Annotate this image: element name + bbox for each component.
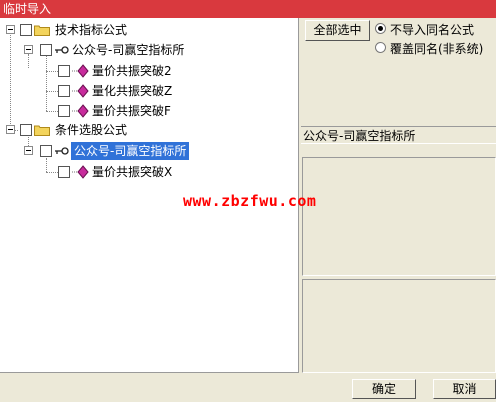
watermark-text: www.zbzfwu.com <box>183 192 317 210</box>
tree-node-group[interactable]: 条件选股公式 <box>0 121 160 139</box>
tree-item[interactable]: 量价共振突破F <box>0 102 200 120</box>
item-label: 量价共振突破F <box>92 104 171 118</box>
radio-skip-duplicates[interactable] <box>375 23 386 34</box>
detail-panel <box>302 279 496 373</box>
key-icon <box>55 147 69 155</box>
tree-item[interactable]: 量化共振突破Z <box>0 82 200 100</box>
window-title: 临时导入 <box>0 0 496 18</box>
select-all-button[interactable]: 全部选中 <box>305 20 370 41</box>
folder-icon <box>34 25 50 36</box>
selected-name-display: 公众号-司赢空指标所 <box>301 126 496 144</box>
folder-label: 公众号-司赢空指标所 <box>72 43 185 57</box>
description-panel <box>302 157 496 276</box>
group-label: 条件选股公式 <box>55 123 128 137</box>
folder-icon <box>34 125 50 136</box>
item-label: 量价共振突破X <box>92 165 173 179</box>
folder-checkbox[interactable] <box>40 44 52 56</box>
tree-item[interactable]: 量价共振突破X <box>0 163 200 181</box>
collapse-toggle[interactable] <box>24 45 33 54</box>
item-label: 量化共振突破Z <box>92 84 173 98</box>
radio-overwrite-duplicates[interactable] <box>375 42 386 53</box>
radio-overwrite-label: 覆盖同名(非系统) <box>390 42 484 56</box>
item-checkbox[interactable] <box>58 65 70 77</box>
tree-node-folder[interactable]: 公众号-司赢空指标所 <box>0 41 200 59</box>
group-label: 技术指标公式 <box>55 23 128 37</box>
radio-skip-label: 不导入同名公式 <box>390 23 475 37</box>
group-checkbox[interactable] <box>20 24 32 36</box>
formula-icon <box>72 104 89 118</box>
folder-checkbox[interactable] <box>40 145 52 157</box>
cancel-button[interactable]: 取消 <box>433 379 496 399</box>
collapse-toggle[interactable] <box>6 125 15 134</box>
formula-icon <box>72 84 89 98</box>
formula-icon <box>72 165 89 179</box>
ok-button[interactable]: 确定 <box>352 379 416 399</box>
collapse-toggle[interactable] <box>24 146 33 155</box>
folder-label-selected[interactable]: 公众号-司赢空指标所 <box>71 142 190 160</box>
item-checkbox[interactable] <box>58 85 70 97</box>
group-checkbox[interactable] <box>20 124 32 136</box>
collapse-toggle[interactable] <box>6 25 15 34</box>
tree-item[interactable]: 量价共振突破2 <box>0 62 200 80</box>
item-checkbox[interactable] <box>58 105 70 117</box>
formula-icon <box>72 64 89 78</box>
tree-node-group[interactable]: 技术指标公式 <box>0 21 160 39</box>
item-checkbox[interactable] <box>58 166 70 178</box>
item-label: 量价共振突破2 <box>92 64 172 78</box>
key-icon <box>55 46 69 54</box>
tree-node-folder[interactable]: 公众号-司赢空指标所 <box>0 142 200 160</box>
